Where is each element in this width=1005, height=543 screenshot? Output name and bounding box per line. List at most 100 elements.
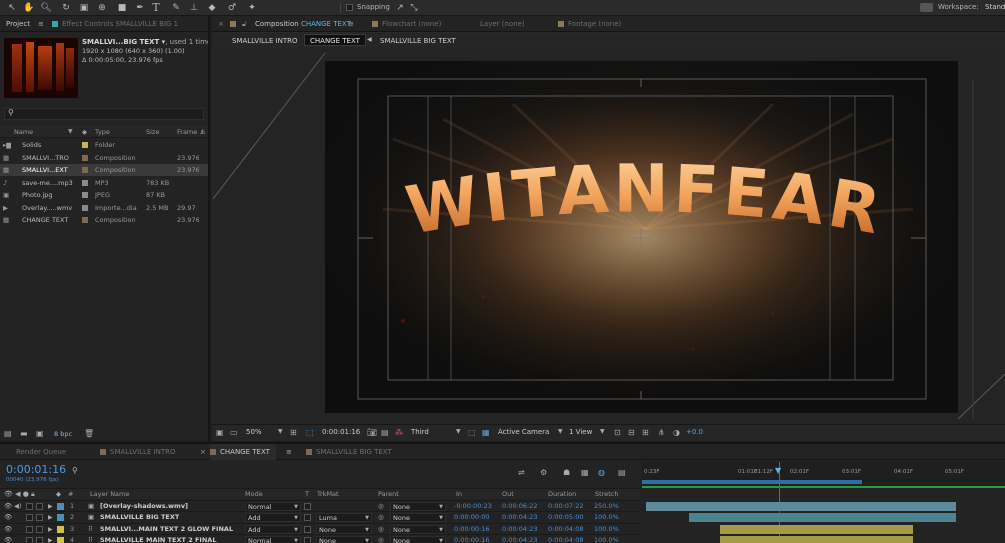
lock-toggle[interactable] <box>36 514 43 522</box>
resolution-arrow-icon[interactable]: ▼ <box>456 428 461 435</box>
pan-behind-icon[interactable]: ⊕ <box>96 2 108 14</box>
shy-layers-icon[interactable]: ☗ <box>563 468 570 477</box>
layer-row[interactable]: 👁︎ ▶ 3 ⠿ SMALLVI...MAIN TEXT 2 GLOW FINAL Add… <box>0 522 640 534</box>
current-time-display[interactable]: 0:00:01:16 <box>322 428 360 436</box>
tab-render-queue[interactable]: Render Queue <box>16 444 66 460</box>
lock-toggle[interactable] <box>36 503 43 510</box>
snapping-checkbox[interactable] <box>346 4 353 11</box>
layer-duration[interactable]: 0:00:04:08 <box>548 535 584 543</box>
puppet-tool-icon[interactable]: ✦ <box>246 2 258 14</box>
layer-stretch[interactable]: 100.0% <box>594 535 619 543</box>
channels-icon[interactable]: ⁂ <box>395 428 403 437</box>
parent-dropdown[interactable]: None ▼ <box>390 535 446 543</box>
project-item[interactable]: ♪ save-me....mp3 MP3 783 KB <box>0 177 208 189</box>
column-size[interactable]: Size <box>146 126 159 138</box>
project-search-input[interactable]: ⚲ <box>4 108 204 120</box>
roto-brush-icon[interactable]: ♂ <box>226 2 238 14</box>
close-tab-icon[interactable]: × <box>218 16 224 32</box>
preserve-transparency-toggle[interactable] <box>304 525 311 533</box>
exposure-value[interactable]: +0.0 <box>686 428 703 436</box>
tab-composition[interactable]: Composition CHANGE TEXT <box>255 16 351 32</box>
item-label-swatch[interactable] <box>82 142 88 148</box>
layer-duration-bar[interactable] <box>689 513 956 523</box>
tab-smallville-big-text[interactable]: SMALLVILLE BIG TEXT <box>306 444 392 460</box>
layer-duration-bar[interactable] <box>720 535 913 543</box>
trash-icon[interactable]: 🗑︎ <box>84 429 94 438</box>
sort-arrow-icon[interactable]: ▼ <box>68 126 73 138</box>
frame-blending-icon[interactable]: ▦ <box>581 468 589 477</box>
project-item[interactable]: ▦ SMALLVI...EXT Composition 23.976 <box>0 164 208 176</box>
zoom-dropdown-arrow-icon[interactable]: ▼ <box>278 428 283 435</box>
layer-name[interactable]: SMALLVILLE MAIN TEXT 2 FINAL <box>100 535 240 543</box>
camera-arrow-icon[interactable]: ▼ <box>558 428 563 435</box>
column-type[interactable]: Type <box>95 126 110 138</box>
resolution-dropdown[interactable]: Third <box>411 428 429 436</box>
draft-3d-icon[interactable]: ⚙ <box>540 468 547 477</box>
interpret-footage-icon[interactable]: ▤ <box>4 429 12 438</box>
timeline-icon[interactable]: ⊞ <box>642 428 649 437</box>
project-item[interactable]: ▸▆ Solids Folder <box>0 139 208 151</box>
tab-effect-controls[interactable]: Effect Controls SMALLVILLE BIG 1 <box>52 16 178 32</box>
flowchart-view-icon[interactable]: ⋔ <box>658 428 665 437</box>
region-of-interest-icon[interactable]: ⬚ <box>468 428 476 437</box>
column-name[interactable]: Name <box>14 126 33 138</box>
preserve-transparency-toggle[interactable] <box>304 503 311 510</box>
tab-flowchart[interactable]: Flowchart (none) <box>372 16 441 32</box>
layer-label-swatch[interactable] <box>57 525 64 533</box>
project-item[interactable]: ▶ Overlay.....wmv Importe...dia 2.5 MB 29.97 <box>0 202 208 214</box>
layer-out-point[interactable]: 0:00:04:23 <box>502 535 538 543</box>
camera-dropdown[interactable]: Active Camera <box>498 428 549 436</box>
preserve-transparency-toggle[interactable] <box>304 514 311 522</box>
pen-tool-icon[interactable]: ✒ <box>134 2 146 14</box>
comp-mini-flowchart-icon[interactable]: ⇌ <box>518 468 525 477</box>
viewer-menu-icon[interactable]: ≡ <box>348 16 354 32</box>
project-item[interactable]: ▣ Photo.jpg JPEG 87 KB <box>0 189 208 201</box>
column-in[interactable]: In <box>456 489 462 500</box>
layer-duration-bar[interactable] <box>720 524 913 534</box>
label-header-icon[interactable]: ◆ <box>56 489 61 500</box>
tab-project[interactable]: Project <box>6 16 30 32</box>
item-label-swatch[interactable] <box>82 204 88 211</box>
transparency-grid-icon[interactable]: ▦ <box>482 428 490 437</box>
time-ruler[interactable]: 0:23F 01:01F 01:12F 02:01F 03:01F 04:01F 05:01… <box>642 462 1005 543</box>
layer-duration-bar[interactable] <box>646 502 956 511</box>
lock-toggle[interactable] <box>36 525 43 533</box>
parent-dropdown[interactable]: None ▼ <box>390 513 446 523</box>
column-trkmat[interactable]: TrkMat <box>317 489 339 500</box>
timeline-search-input[interactable]: ⚲ <box>72 466 162 477</box>
breadcrumb-change-text[interactable]: CHANGE TEXT <box>304 34 366 46</box>
timeline-timecode[interactable]: 0:00:01:16 <box>6 463 66 476</box>
lock-icon[interactable] <box>230 16 240 32</box>
snap-edges-icon[interactable]: ⤡ <box>408 2 420 14</box>
composition-viewport[interactable]: WITANFEAR <box>213 49 1005 424</box>
blend-mode-dropdown[interactable]: Normal ▼ <box>245 502 301 511</box>
column-stretch[interactable]: Stretch <box>595 489 618 500</box>
preserve-transparency-toggle[interactable] <box>304 536 311 543</box>
playhead-marker-icon[interactable]: ▼ <box>775 466 781 475</box>
solo-toggle[interactable] <box>26 503 33 510</box>
new-composition-icon[interactable]: ▣ <box>36 429 44 438</box>
close-timeline-tab-icon[interactable]: × <box>200 444 206 460</box>
av-header-icons[interactable]: 👁︎ ◀ ● 🔒︎ <box>4 489 35 500</box>
column-mode[interactable]: Mode <box>245 489 263 500</box>
always-preview-icon[interactable]: ▣ <box>216 428 224 437</box>
blend-mode-dropdown[interactable]: Add ▼ <box>245 513 301 523</box>
column-out[interactable]: Out <box>502 489 514 500</box>
expand-arrow-icon[interactable]: ▶ <box>48 535 53 543</box>
graph-editor-icon[interactable]: ▤ <box>618 468 626 477</box>
workspace-value[interactable]: Stand <box>985 3 1005 11</box>
item-label-swatch[interactable] <box>82 154 88 161</box>
pick-whip-icon[interactable]: ◎ <box>378 535 384 543</box>
parent-dropdown[interactable]: None ▼ <box>390 502 446 511</box>
layer-label-swatch[interactable] <box>57 514 64 522</box>
snap-feature-icon[interactable]: ↗ <box>394 2 406 14</box>
fit-icon[interactable]: ⊞ <box>290 428 297 437</box>
camera-tool-icon[interactable]: ▣ <box>78 2 90 14</box>
monitor-icon[interactable]: ▭ <box>230 428 238 437</box>
solo-toggle[interactable] <box>26 514 33 522</box>
rotate-tool-icon[interactable]: ↻ <box>60 2 72 14</box>
item-label-swatch[interactable] <box>82 192 88 198</box>
breadcrumb-big-text[interactable]: SMALLVILLE BIG TEXT <box>380 37 456 45</box>
track-matte-dropdown[interactable]: None ▼ <box>316 535 372 543</box>
blend-mode-dropdown[interactable]: Add ▼ <box>245 524 301 534</box>
